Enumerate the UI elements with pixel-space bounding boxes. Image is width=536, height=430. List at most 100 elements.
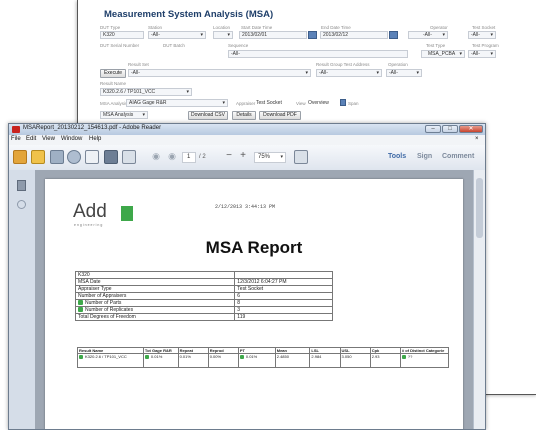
view-value[interactable]: Overview [308,100,329,106]
page-thumbnails-icon[interactable] [17,180,26,191]
chevron-down-icon: ▾ [459,51,462,57]
results-cell: 0.01% [142,353,179,368]
results-cell: 0.01% [237,353,276,368]
info-row: Number of Appraisers 6 [74,292,333,300]
test-socket-select[interactable]: -All- ▾ [468,31,496,39]
report-title: MSA Report [205,238,303,257]
company-logo: Add engineering [73,201,133,227]
comment-link[interactable]: Comment [442,153,474,160]
test-program-select[interactable]: -All- ▾ [468,50,496,58]
operator-select[interactable]: -All- ▾ [408,31,448,39]
station-select[interactable]: -All- ▾ [148,31,206,39]
edit-icon[interactable] [50,150,64,164]
view-label: View [296,101,306,106]
chevron-down-icon: ▾ [227,32,230,38]
info-value: 8 [234,299,333,307]
attachments-icon[interactable] [17,200,26,209]
tools-link[interactable]: Tools [388,153,406,160]
calendar-icon[interactable] [308,31,317,39]
sign-tool-icon[interactable] [294,150,308,164]
menu-edit[interactable]: Edit [26,136,36,142]
zoom-in-icon[interactable]: + [236,150,250,164]
results-value: 0.01% [245,354,258,359]
execute-button[interactable]: Execute [100,69,126,78]
info-label-cell: Number of Appraisers [74,292,236,300]
info-value: 3 [234,306,333,314]
msa-analysis-select[interactable]: MSA Analysis ▾ [100,111,148,119]
result-set-select[interactable]: -All- ▾ [128,69,311,77]
sign-link[interactable]: Sign [417,153,432,160]
window-title: MSAReport_20130212_154613.pdf - Adobe Re… [23,125,162,131]
zoom-select[interactable]: 75% ▾ [254,152,286,163]
page-number-input[interactable]: 1 [182,152,196,163]
minimize-button[interactable]: – [425,125,441,133]
dut-batch-label: DUT Batch [163,43,185,48]
span-icon[interactable] [340,99,346,106]
results-value: K320.2.6 / TP101_VCC [85,354,127,359]
download-csv-button[interactable]: Download CSV [188,111,228,120]
result-name-select[interactable]: K320.2.6 / TP101_VCC ▾ [100,88,192,96]
location-label: Location [213,25,231,30]
details-button[interactable]: Details [232,111,256,120]
dut-serial-label: DUT Serial Number [100,43,140,48]
expand-plus-icon[interactable] [239,354,244,359]
create-pdf-icon[interactable] [13,150,27,164]
scrollbar-thumb[interactable] [476,178,483,238]
cloud-icon[interactable] [67,150,81,164]
info-row: Number of Replicates 3 [74,306,333,314]
info-label: K320 [78,272,90,278]
operation-select[interactable]: -All- ▾ [386,69,422,77]
info-label-cell[interactable]: Number of Parts [74,299,236,307]
dut-type-select[interactable]: K320 [100,31,144,39]
page-title: Measurement System Analysis (MSA) [104,9,274,20]
analysis-select[interactable]: AIAG Gage R&R ▾ [126,99,228,107]
maximize-button[interactable]: □ [442,125,458,133]
title-bar[interactable]: MSAReport_20130212_154613.pdf - Adobe Re… [9,124,485,135]
menu-view[interactable]: View [42,136,55,142]
save-icon[interactable] [85,150,99,164]
results-header-cell: # of Distinct Categorie [399,347,450,354]
menu-help[interactable]: Help [89,136,101,142]
expand-plus-icon[interactable] [78,300,83,306]
close-button[interactable]: ✕ [459,125,483,133]
expand-plus-icon[interactable] [144,354,149,359]
results-value: ?? [407,354,413,359]
expand-plus-icon[interactable] [401,354,406,359]
results-cell: 2.4850 [274,353,311,368]
expand-plus-icon[interactable] [78,307,83,313]
open-folder-icon[interactable] [31,150,45,164]
sequence-select[interactable]: -All- [228,50,408,58]
results-value: 2.4850 [276,354,289,359]
print-icon[interactable] [104,150,118,164]
close-document-icon[interactable]: × [475,136,479,142]
operation-label: Operation [388,62,408,67]
info-row: Appraiser Type Test Socket [74,285,333,293]
results-value: 2.984 [311,354,322,359]
vertical-scrollbar[interactable] [473,170,485,429]
info-label: MSA Date [78,279,101,285]
info-label-cell[interactable]: Number of Replicates [74,306,236,314]
expand-plus-icon[interactable] [79,354,83,359]
appraiser-value[interactable]: Test Socket [256,100,282,106]
result-group-select[interactable]: -All- ▾ [316,69,382,77]
calendar-icon[interactable] [389,31,398,39]
test-program-label: Test Program [472,43,499,48]
zoom-out-icon[interactable]: − [222,150,236,164]
results-cell: 3.050 [339,353,371,368]
download-pdf-button[interactable]: Download PDF [259,111,301,120]
email-icon[interactable] [122,150,136,164]
dut-type-label: DUT Type [100,25,121,30]
info-label-cell: Appraiser Type [74,285,236,293]
end-date-input[interactable]: 2013/02/12 [320,31,388,39]
chevron-down-icon: ▾ [490,32,493,38]
start-date-input[interactable]: 2013/02/01 [239,31,307,39]
next-page-icon[interactable]: ◉ [165,150,179,164]
info-label: Number of Parts [85,300,122,306]
adobe-reader-window: MSAReport_20130212_154613.pdf - Adobe Re… [8,123,486,430]
test-type-select[interactable]: MSA_PCBA ▾ [421,50,465,58]
test-type-label: Test Type [426,43,446,48]
menu-file[interactable]: File [11,136,21,142]
location-select[interactable]: ▾ [213,31,233,39]
menu-window[interactable]: Window [61,136,82,142]
previous-page-icon[interactable]: ◉ [149,150,163,164]
